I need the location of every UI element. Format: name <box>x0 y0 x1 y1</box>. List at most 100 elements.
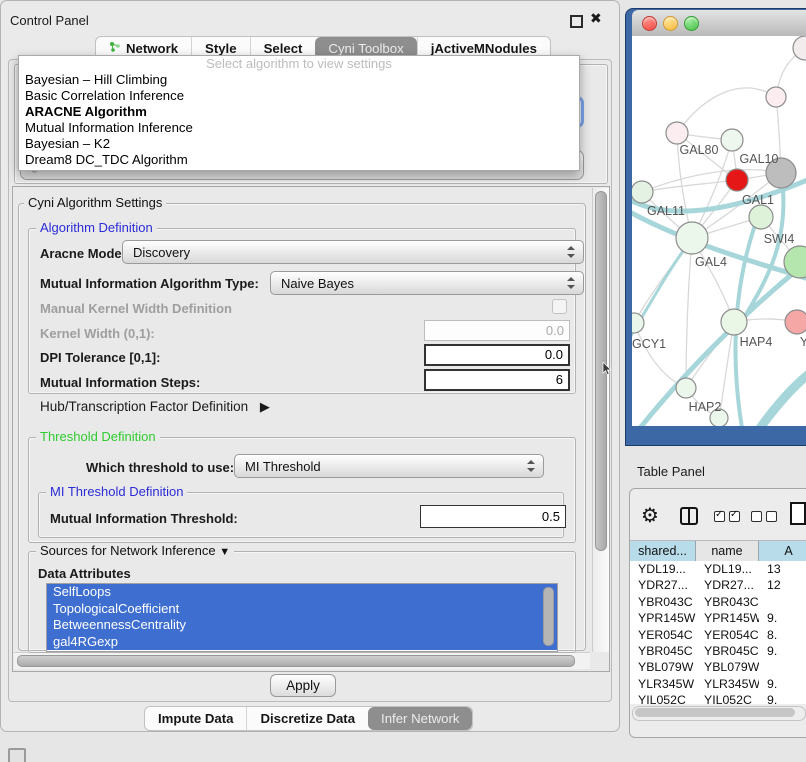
manual-kernel-label: Manual Kernel Width Definition <box>40 301 232 316</box>
table-row[interactable]: YIL052CYIL052C9. <box>630 692 806 704</box>
tab-discretize-data[interactable]: Discretize Data <box>246 707 368 730</box>
which-threshold-combo[interactable]: MI Threshold <box>234 454 544 478</box>
unchecked-box-icon <box>751 511 762 522</box>
table-row[interactable]: YBR043CYBR043C <box>630 594 806 610</box>
table-cell: YDL19... <box>630 561 696 577</box>
table-cell: YPR145W <box>630 610 696 626</box>
tab-label: Discretize Data <box>260 711 355 726</box>
close-icon[interactable]: ✖ <box>590 10 602 27</box>
mi-type-combo[interactable]: Naive Bayes <box>270 271 584 295</box>
table-row[interactable]: YDR27...YDR27...12 <box>630 577 806 593</box>
tab-label: Cyni Toolbox <box>328 41 403 56</box>
node-label: GAL10 <box>740 152 779 166</box>
table-cell: YBR045C <box>630 643 696 659</box>
deselect-all-icon[interactable] <box>751 511 777 522</box>
network-node[interactable] <box>721 129 743 151</box>
mi-threshold-field[interactable]: 0.5 <box>420 505 566 528</box>
mi-type-value: Naive Bayes <box>281 276 354 291</box>
close-traffic-light[interactable] <box>642 16 657 31</box>
table-cell: YER054C <box>696 627 759 643</box>
table-cell: YDR27... <box>630 577 696 593</box>
checked-box-icon <box>714 511 725 522</box>
data-attributes-list: SelfLoopsTopologicalCoefficientBetweenne… <box>46 583 558 652</box>
node-label: SWI4 <box>764 232 795 246</box>
cyni-bottom-tabs: Impute Data Discretize Data Infer Networ… <box>144 706 473 731</box>
column-header[interactable]: A <box>759 541 806 562</box>
table-cell <box>759 659 806 675</box>
network-node[interactable] <box>676 378 696 398</box>
kernel-width-label: Kernel Width (0,1): <box>40 326 155 341</box>
algorithm-option[interactable]: Basic Correlation Inference <box>19 88 579 104</box>
column-header[interactable]: name <box>696 541 759 562</box>
checked-box-icon <box>729 511 740 522</box>
tab-label: Impute Data <box>158 711 233 726</box>
combo-arrows-icon <box>527 460 535 472</box>
table-cell: 13 <box>759 561 806 577</box>
sources-title[interactable]: Sources for Network Inference ▼ <box>36 544 234 559</box>
network-canvas[interactable]: GAL80GAL10GAL1GAL11SWI4GAL4GCY1HAP4YHAP2 <box>632 36 806 426</box>
network-node[interactable] <box>632 181 653 203</box>
tab-impute-data[interactable]: Impute Data <box>145 707 246 730</box>
algorithm-list: Bayesian – Hill ClimbingBasic Correlatio… <box>19 72 579 168</box>
table-hscrollbar-thumb[interactable] <box>635 708 795 717</box>
table-cell: YDR27... <box>696 577 759 593</box>
panel-dock-icon[interactable] <box>8 748 26 762</box>
table-row[interactable]: YBR045CYBR045C9. <box>630 643 806 659</box>
table-cell: 9. <box>759 643 806 659</box>
algorithm-option[interactable]: Bayesian – K2 <box>19 136 579 152</box>
dpi-tolerance-field[interactable]: 0.0 <box>424 344 570 366</box>
collapse-arrow-icon: ▼ <box>219 546 230 558</box>
unchecked-box-icon <box>766 511 777 522</box>
table-row[interactable]: YER054CYER054C8. <box>630 627 806 643</box>
tab-label: Style <box>205 41 237 56</box>
aracne-mode-combo[interactable]: Discovery <box>122 240 584 264</box>
network-node[interactable] <box>721 309 747 335</box>
attributes-scrollbar-thumb[interactable] <box>543 587 554 646</box>
algorithm-option[interactable]: ARACNE Algorithm <box>19 104 579 120</box>
zoom-traffic-light[interactable] <box>684 16 699 31</box>
hub-definition-toggle[interactable]: Hub/Transcription Factor Definition ▶ <box>40 399 270 415</box>
network-node[interactable] <box>766 87 786 107</box>
network-node[interactable] <box>749 205 773 229</box>
attribute-item[interactable]: SelfLoops <box>47 584 557 601</box>
tab-label: Infer Network <box>381 711 459 726</box>
minimize-traffic-light[interactable] <box>663 16 678 31</box>
apply-button[interactable]: Apply <box>270 674 336 697</box>
combo-arrows-icon <box>567 277 575 289</box>
algorithm-option[interactable]: Bayesian – Hill Climbing <box>19 72 579 88</box>
algorithm-prompt: Select algorithm to view settings <box>19 56 579 72</box>
tab-infer-network[interactable]: Infer Network <box>368 707 472 730</box>
which-threshold-label: Which threshold to use: <box>86 460 234 475</box>
table-row[interactable]: YBL079WYBL079W <box>630 659 806 675</box>
columns-icon[interactable] <box>680 507 698 525</box>
algorithm-option[interactable]: Dream8 DC_TDC Algorithm <box>19 152 579 168</box>
mi-steps-field[interactable]: 6 <box>424 369 570 391</box>
mouse-cursor <box>602 362 614 381</box>
select-all-icon[interactable] <box>714 511 740 522</box>
algorithm-dropdown-popup: Select algorithm to view settings Bayesi… <box>18 55 580 171</box>
float-window-icon[interactable] <box>570 15 583 28</box>
network-node[interactable] <box>726 169 748 191</box>
attribute-item[interactable]: TopologicalCoefficient <box>47 601 557 618</box>
node-label: GAL1 <box>742 193 774 207</box>
kernel-width-field[interactable]: 0.0 <box>424 320 570 341</box>
column-header[interactable]: shared... <box>630 541 696 562</box>
new-table-icon[interactable] <box>790 502 806 525</box>
table-row[interactable]: YDL19...YDL19...13 <box>630 561 806 577</box>
network-window-titlebar[interactable] <box>632 10 806 37</box>
horizontal-scrollbar-thumb[interactable] <box>17 655 575 667</box>
table-cell: YER054C <box>630 627 696 643</box>
gear-icon[interactable]: ⚙ <box>641 503 659 527</box>
network-node[interactable] <box>666 122 688 144</box>
table-row[interactable]: YLR345WYLR345W9. <box>630 676 806 692</box>
attribute-item[interactable]: gal4RGexp <box>47 634 557 651</box>
attribute-item[interactable]: BetweennessCentrality <box>47 617 557 634</box>
network-node[interactable] <box>676 222 708 254</box>
network-node[interactable] <box>785 310 806 334</box>
node-label: GAL11 <box>647 204 685 218</box>
tab-label: jActiveMNodules <box>431 41 537 56</box>
window-title: Control Panel <box>10 13 89 28</box>
algorithm-option[interactable]: Mutual Information Inference <box>19 120 579 136</box>
table-row[interactable]: YPR145WYPR145W9. <box>630 610 806 626</box>
manual-kernel-checkbox[interactable] <box>552 299 567 314</box>
